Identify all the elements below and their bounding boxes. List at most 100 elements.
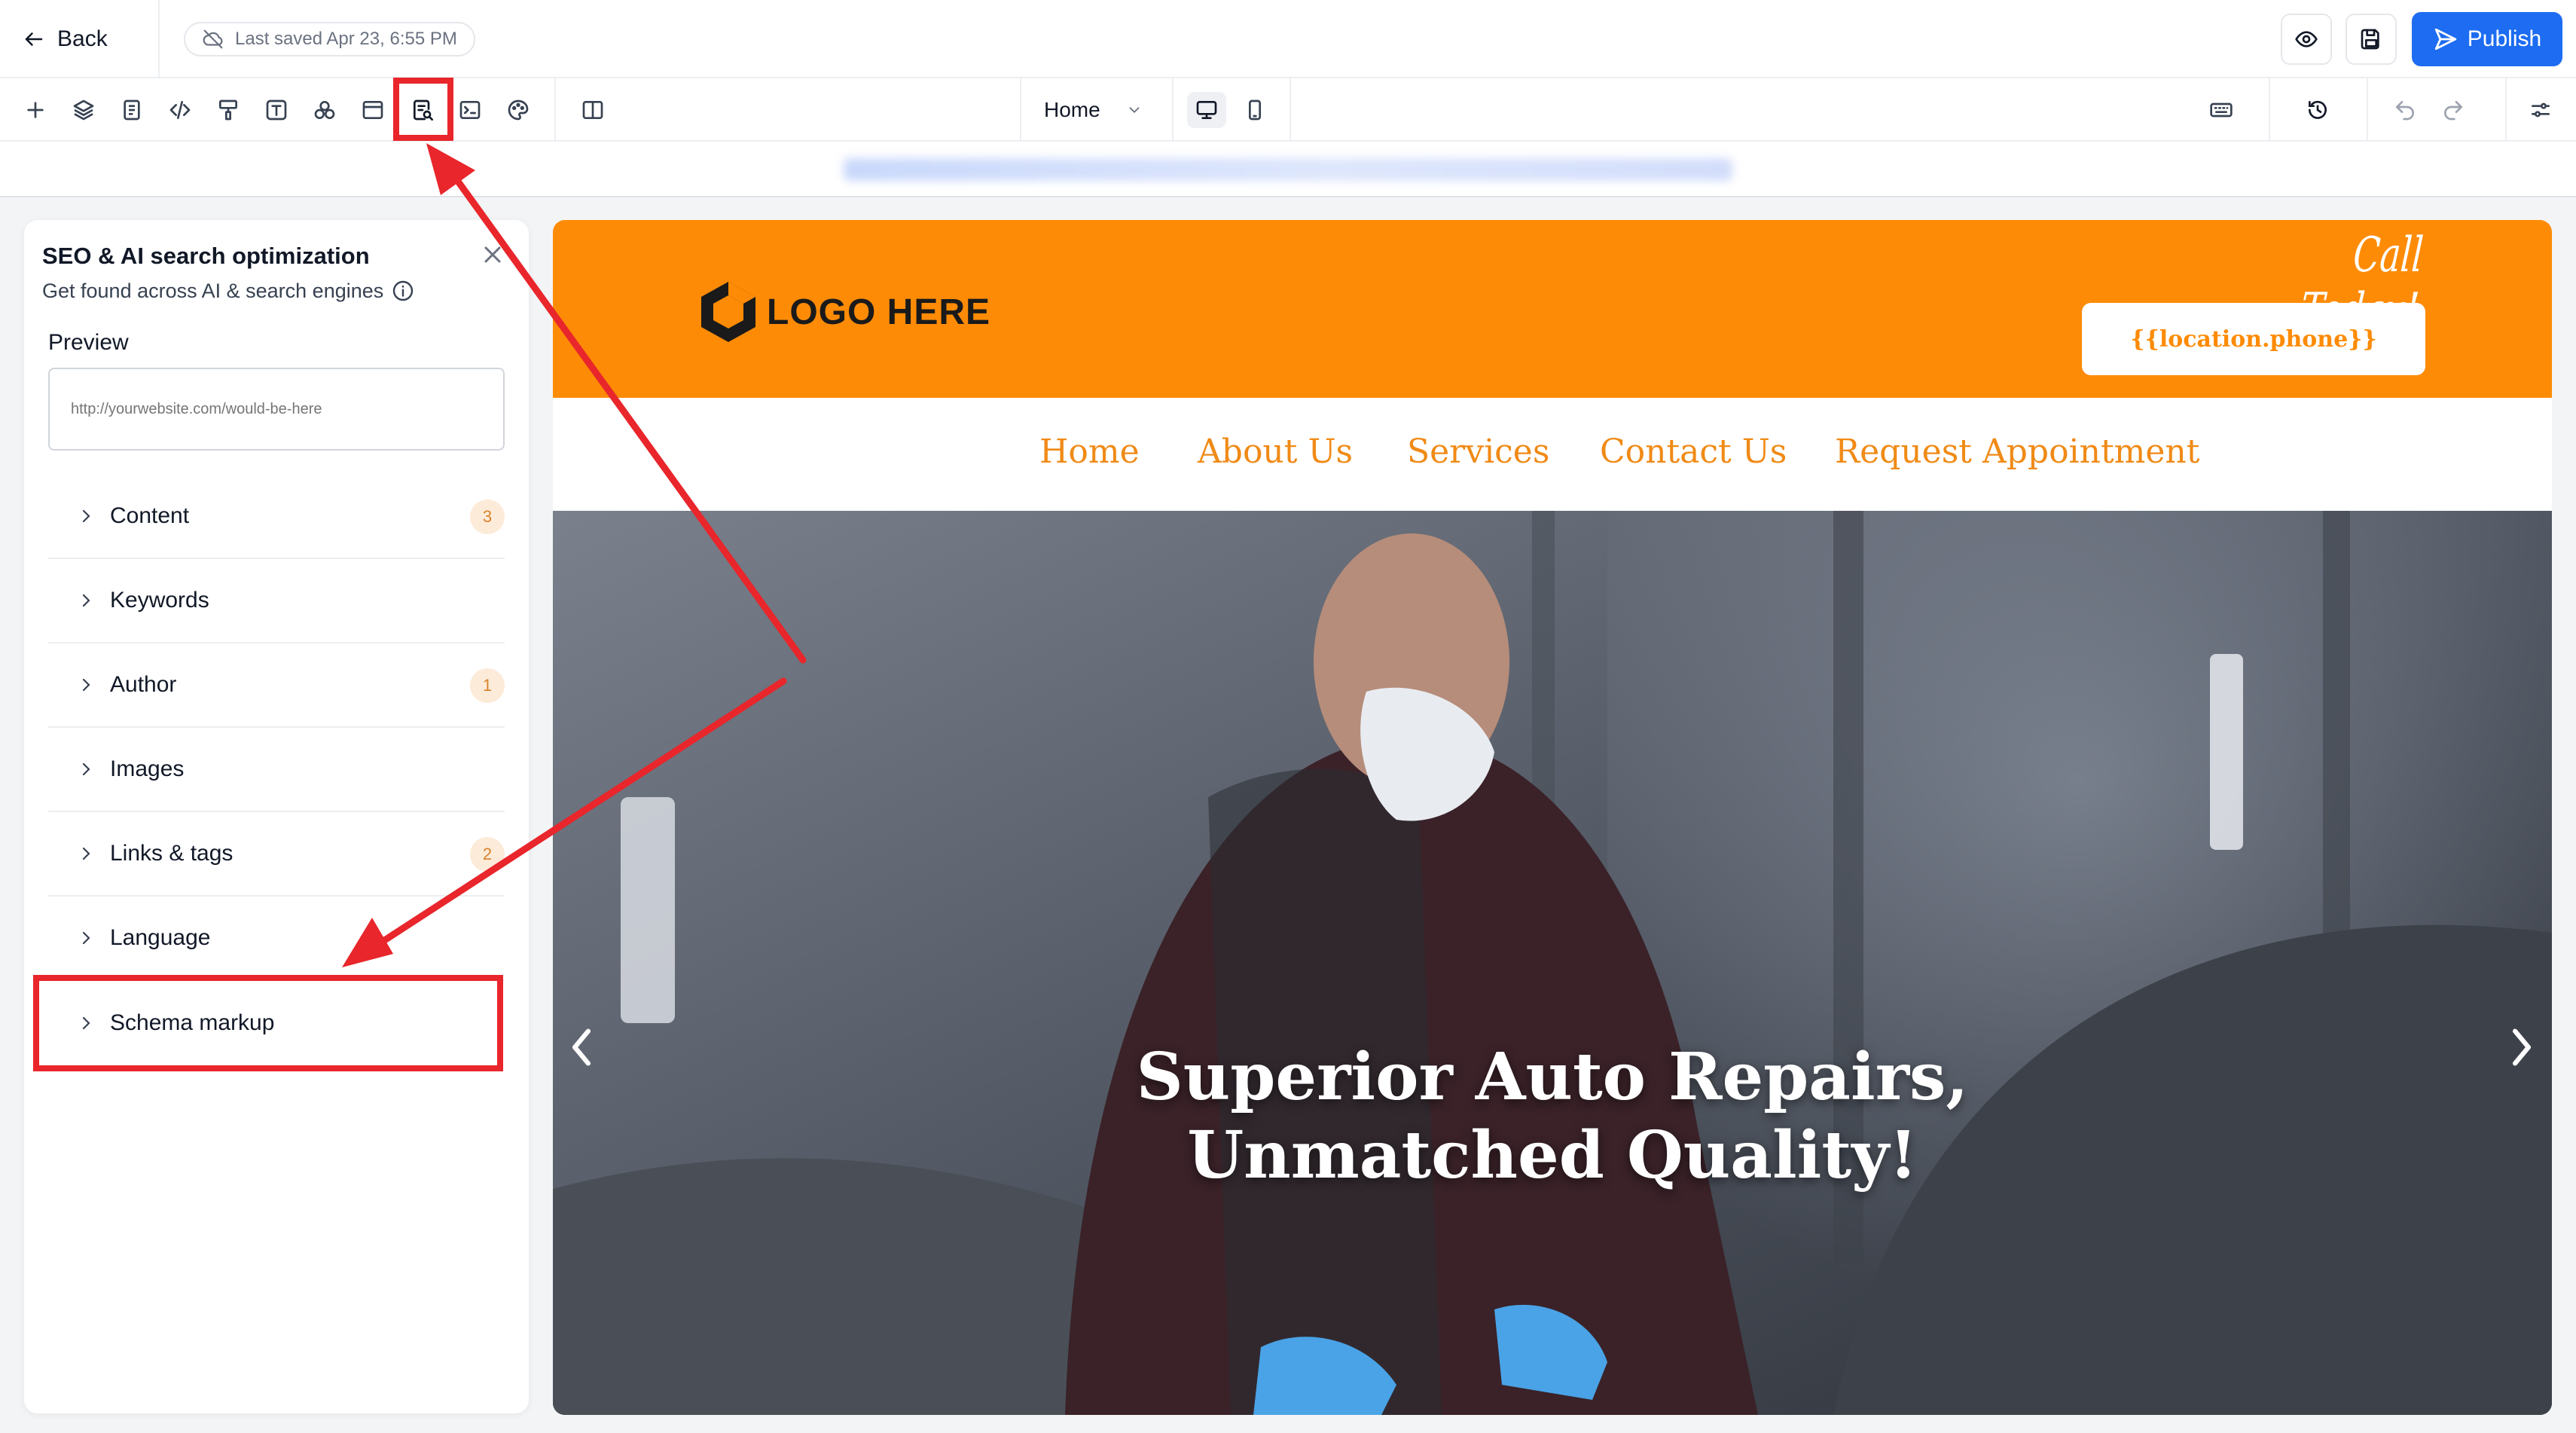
nav-link-request-appointment[interactable]: Request Appointment — [1835, 432, 2199, 471]
redo-button[interactable] — [2437, 94, 2469, 126]
eye-icon — [2295, 31, 2318, 47]
elements-button[interactable] — [309, 94, 340, 126]
cloud-off-icon — [203, 29, 223, 49]
accordion-keywords[interactable]: Keywords — [48, 559, 505, 643]
mobile-view-button[interactable] — [1235, 92, 1274, 128]
chevron-right-icon — [82, 594, 90, 607]
close-icon — [484, 246, 501, 263]
accordion-images[interactable]: Images — [48, 728, 505, 812]
page-selector[interactable]: Home — [1044, 93, 1143, 127]
history-icon — [2309, 100, 2327, 119]
issue-count-badge: 3 — [470, 500, 505, 534]
pages-button[interactable] — [116, 94, 148, 126]
desktop-view-button[interactable] — [1187, 92, 1226, 128]
divider — [554, 78, 556, 142]
page-icon — [124, 99, 140, 121]
paint-roller-icon — [219, 99, 237, 121]
hero-title-line-1: Superior Auto Repairs, — [1136, 1039, 1969, 1115]
styles-button[interactable] — [212, 94, 244, 126]
monitor-icon — [1196, 101, 1217, 119]
accordion-content[interactable]: Content 3 — [48, 475, 505, 559]
chevron-right-icon — [82, 762, 90, 776]
top-bar: Back Last saved Apr 23, 6:55 PM Publish — [0, 0, 2576, 78]
add-element-button[interactable] — [20, 94, 51, 126]
website-canvas[interactable]: LOGO HERE Call Today! {{location.phone}}… — [553, 220, 2552, 1415]
accordion-language[interactable]: Language — [48, 897, 505, 981]
site-logo[interactable]: LOGO HERE — [697, 279, 990, 345]
arrow-left-icon — [25, 32, 43, 46]
divider — [2269, 78, 2270, 142]
chevron-right-icon — [2512, 1028, 2531, 1066]
issue-count-badge: 2 — [470, 837, 505, 872]
page-selector-value: Home — [1044, 98, 1100, 121]
divider — [1290, 78, 1291, 142]
nav-link-about-us[interactable]: About Us — [1198, 432, 1353, 471]
panel-subtitle: Get found across AI & search engines — [42, 279, 415, 303]
keyboard-shortcuts-button[interactable] — [2205, 94, 2237, 126]
publish-button[interactable]: Publish — [2412, 12, 2562, 66]
console-button[interactable] — [454, 94, 486, 126]
preview-url-field[interactable] — [48, 368, 505, 451]
split-view-button[interactable] — [577, 94, 609, 126]
panel-subtitle-text: Get found across AI & search engines — [42, 279, 384, 302]
layers-button[interactable] — [68, 94, 99, 126]
settings-button[interactable] — [2525, 94, 2556, 126]
floppy-disk-icon — [2361, 29, 2379, 50]
terminal-icon — [459, 101, 481, 119]
info-icon[interactable] — [391, 279, 415, 303]
accordion-label: Content — [110, 503, 190, 528]
undo-icon — [2396, 101, 2414, 121]
code-icon — [169, 101, 191, 119]
layers-icon — [73, 99, 94, 121]
back-label: Back — [57, 26, 108, 51]
sections-button[interactable] — [357, 94, 389, 126]
accordion-label: Language — [110, 925, 211, 950]
phone-button[interactable]: {{location.phone}} — [2082, 303, 2425, 375]
redo-icon — [2444, 101, 2462, 121]
undo-button[interactable] — [2389, 94, 2421, 126]
chevron-right-icon — [82, 509, 90, 523]
divider — [1172, 78, 1174, 142]
panel-title: SEO & AI search optimization — [42, 243, 370, 269]
slider-prev-button[interactable] — [560, 1020, 603, 1074]
accordion-links-tags[interactable]: Links & tags 2 — [48, 812, 505, 897]
custom-code-button[interactable] — [164, 94, 196, 126]
preview-label: Preview — [48, 330, 129, 355]
slider-next-button[interactable] — [2501, 1020, 2543, 1074]
keyboard-icon — [2210, 102, 2233, 118]
palette-icon — [508, 99, 529, 121]
save-status-badge: Last saved Apr 23, 6:55 PM — [184, 22, 475, 57]
history-button[interactable] — [2302, 94, 2333, 126]
seo-panel: SEO & AI search optimization Get found a… — [24, 220, 529, 1413]
close-panel-button[interactable] — [479, 241, 509, 271]
smartphone-icon — [1249, 99, 1261, 121]
preview-button[interactable] — [2281, 14, 2332, 65]
divider — [2367, 78, 2368, 142]
nav-link-contact-us[interactable]: Contact Us — [1600, 432, 1787, 471]
hero-title-line-2: Unmatched Quality! — [1187, 1117, 1918, 1193]
accordion-label: Links & tags — [110, 841, 233, 866]
chevron-right-icon — [82, 678, 90, 692]
last-saved-text: Last saved Apr 23, 6:55 PM — [235, 29, 457, 49]
chevron-right-icon — [82, 931, 90, 945]
back-button[interactable]: Back — [23, 20, 108, 59]
divider — [1020, 78, 1021, 142]
save-button[interactable] — [2346, 14, 2397, 65]
hero-slider: Superior Auto Repairs, Unmatched Quality… — [553, 511, 2552, 1415]
accordion-label: Keywords — [110, 588, 209, 613]
nav-link-home[interactable]: Home — [1039, 432, 1140, 471]
accordion-label: Images — [110, 756, 185, 781]
highlight-schema-markup — [33, 975, 503, 1071]
blurred-url — [844, 158, 1732, 181]
split-view-icon — [582, 101, 603, 119]
issue-count-badge: 1 — [470, 668, 505, 703]
plus-icon — [27, 102, 44, 118]
accordion-author[interactable]: Author 1 — [48, 643, 505, 728]
nav-link-services[interactable]: Services — [1407, 432, 1549, 471]
accordion-label: Author — [110, 672, 177, 697]
hexagon-logo-icon — [701, 282, 755, 342]
text-button[interactable] — [261, 94, 292, 126]
theme-button[interactable] — [502, 94, 534, 126]
editor-toolbar: Home — [0, 78, 2576, 142]
window-icon — [362, 101, 383, 119]
